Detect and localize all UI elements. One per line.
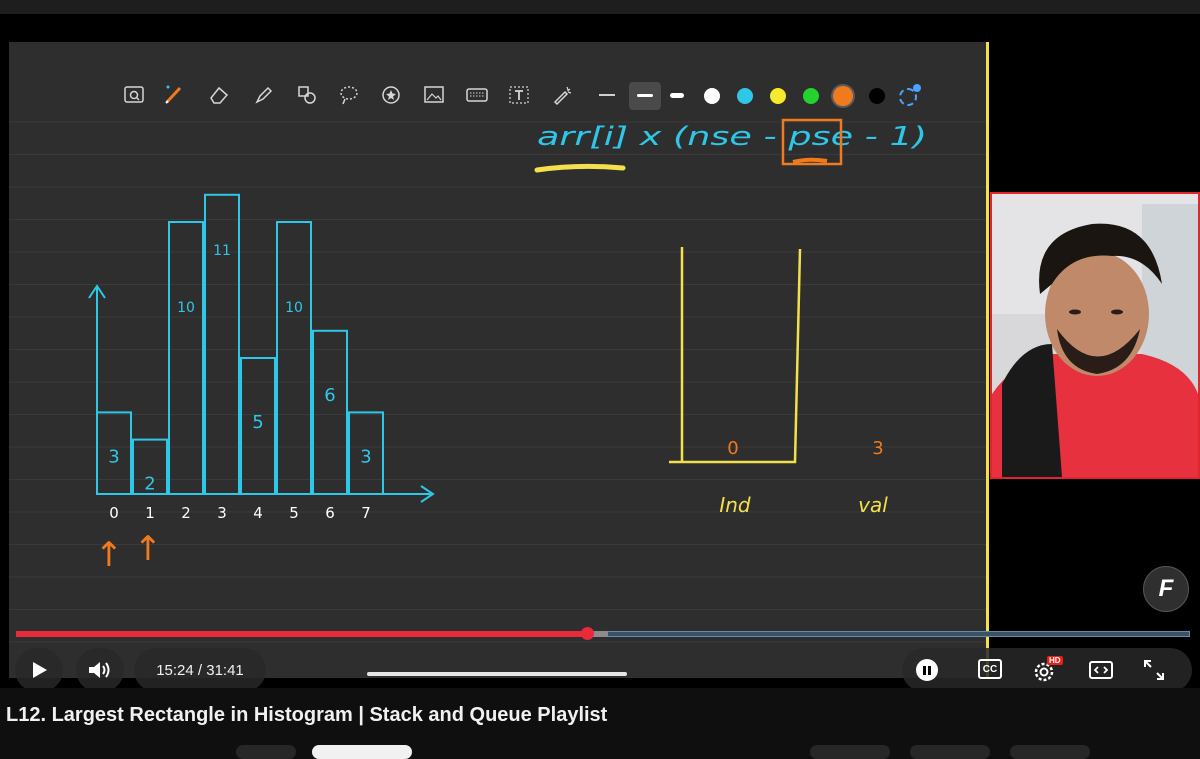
top-bar: [0, 0, 1200, 14]
presenter-image: [992, 194, 1198, 477]
captions-button[interactable]: CC: [978, 659, 1002, 679]
progress-played: [16, 631, 587, 637]
histogram-bar-6: [312, 329, 348, 495]
value-shown: 3: [872, 438, 883, 459]
pointer-arrow-1: ↑: [134, 529, 163, 569]
histogram-bar-label-0: 3: [108, 446, 119, 467]
progress-bar[interactable]: [16, 627, 1190, 640]
x-tick-label-3: 3: [217, 504, 227, 522]
play-button[interactable]: [15, 648, 63, 688]
x-tick-label-2: 2: [181, 504, 191, 522]
hd-badge: HD: [1047, 656, 1063, 665]
webcam-overlay: [990, 192, 1200, 479]
x-tick-label-6: 6: [325, 504, 335, 522]
brand-badge-letter: F: [1158, 575, 1174, 602]
histogram-bar-2: [168, 221, 204, 495]
pse-underline: [792, 157, 828, 164]
whiteboard: arr[i] x (nse - pse - 1) 3 2 10 11 5 10 6 3 0 1 2…: [9, 42, 987, 678]
scrubber-handle[interactable]: [581, 627, 594, 640]
histogram-bar-label-7: 3: [360, 446, 371, 467]
play-icon: [33, 662, 47, 678]
x-tick-label-1: 1: [145, 504, 155, 522]
below-pill-4: [910, 745, 990, 759]
value-label: val: [858, 493, 888, 517]
x-tick-label-7: 7: [361, 504, 371, 522]
fullscreen-icon: [1144, 660, 1164, 680]
video-title: L12. Largest Rectangle in Histogram | St…: [6, 704, 608, 726]
captions-label: CC: [982, 663, 998, 675]
autoplay-toggle[interactable]: [916, 659, 938, 681]
time-display: 15:24 / 31:41: [134, 648, 266, 688]
theater-mode-button[interactable]: [1088, 659, 1114, 686]
histogram-bar-label-3: 11: [213, 243, 231, 259]
below-pill-5: [1010, 745, 1090, 759]
subscribe-button[interactable]: [312, 745, 412, 759]
drawing-canvas: arr[i] x (nse - pse - 1) 3 2 10 11 5 10 6 3 0 1 2…: [9, 118, 987, 643]
volume-icon: [89, 662, 110, 678]
board-edge-line: [986, 42, 989, 678]
histogram-bar-5: [276, 221, 312, 495]
formula-text: arr[i] x (nse - pse - 1): [537, 122, 927, 152]
pointer-arrow-0: ↑: [95, 535, 124, 575]
settings-button[interactable]: HD: [1032, 656, 1063, 684]
fullscreen-button[interactable]: [1142, 658, 1166, 687]
x-tick-label-0: 0: [109, 504, 119, 522]
formula-handwriting: arr[i] x (nse - pse - 1): [534, 118, 927, 173]
histogram-bar-3: [204, 193, 240, 496]
chapter-indicator: [367, 672, 627, 676]
x-tick-label-5: 5: [289, 504, 299, 522]
histogram-bar-label-5: 10: [285, 300, 303, 316]
stack-container: [669, 247, 802, 464]
below-pill-3: [810, 745, 890, 759]
histogram-bar-label-1: 2: [144, 474, 155, 495]
histogram-bar-label-4: 5: [252, 412, 263, 433]
video-player[interactable]: arr[i] x (nse - pse - 1) 3 2 10 11 5 10 6 3 0 1 2…: [0, 14, 1200, 688]
histogram-bar-label-2: 10: [177, 300, 195, 316]
pointer-arrows: ↑ ↑: [95, 529, 163, 575]
theater-icon: [1089, 661, 1113, 679]
volume-button[interactable]: [76, 648, 124, 688]
arr-underline: [534, 163, 626, 173]
histogram-bar-label-6: 6: [324, 385, 335, 406]
right-controls: CC HD: [902, 648, 1192, 688]
below-pill-1: [236, 745, 296, 759]
stack-entry: 0: [727, 438, 738, 459]
stack-label: Ind: [719, 493, 751, 517]
brand-badge: F: [1143, 566, 1189, 612]
time-display-text: 15:24 / 31:41: [156, 661, 244, 679]
x-tick-label-4: 4: [253, 504, 263, 522]
